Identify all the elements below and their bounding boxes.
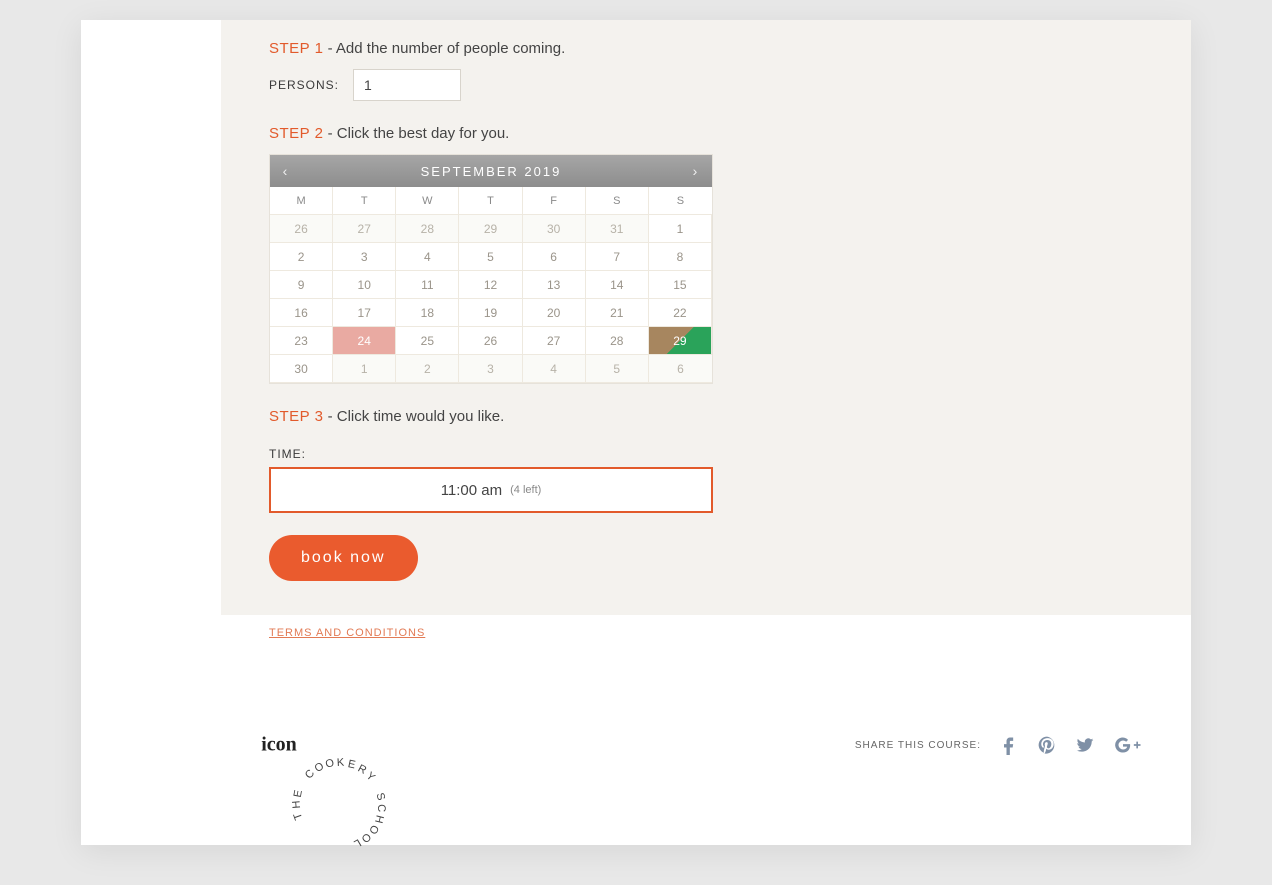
calendar-day[interactable]: 7 xyxy=(586,243,649,271)
calendar-dayname: T xyxy=(333,187,396,215)
calendar-day[interactable]: 29 xyxy=(649,327,712,355)
calendar-day[interactable]: 31 xyxy=(586,215,649,243)
calendar-day[interactable]: 14 xyxy=(586,271,649,299)
twitter-icon[interactable] xyxy=(1075,735,1095,755)
calendar-day[interactable]: 30 xyxy=(523,215,586,243)
calendar-daynames: MTWTFSS xyxy=(270,187,712,215)
calendar-day[interactable]: 6 xyxy=(649,355,712,383)
calendar-day[interactable]: 27 xyxy=(523,327,586,355)
calendar-day[interactable]: 19 xyxy=(459,299,522,327)
calendar: ‹ SEPTEMBER 2019 › MTWTFSS 2627282930311… xyxy=(269,154,713,384)
step-2-line: STEP 2 - Click the best day for you. xyxy=(269,125,1143,142)
book-now-button[interactable]: book now xyxy=(269,535,418,581)
step-1-tag: STEP 1 xyxy=(269,40,323,57)
calendar-dayname: T xyxy=(459,187,522,215)
calendar-day[interactable]: 1 xyxy=(649,215,712,243)
calendar-header: ‹ SEPTEMBER 2019 › xyxy=(270,155,712,187)
calendar-prev-button[interactable]: ‹ xyxy=(274,163,298,179)
calendar-day[interactable]: 27 xyxy=(333,215,396,243)
calendar-day[interactable]: 3 xyxy=(333,243,396,271)
calendar-day[interactable]: 4 xyxy=(396,243,459,271)
calendar-day[interactable]: 20 xyxy=(523,299,586,327)
persons-row: PERSONS: xyxy=(269,69,1143,101)
calendar-day[interactable]: 3 xyxy=(459,355,522,383)
calendar-day[interactable]: 28 xyxy=(586,327,649,355)
calendar-day[interactable]: 25 xyxy=(396,327,459,355)
logo-center-text: icon xyxy=(261,734,297,757)
calendar-day[interactable]: 5 xyxy=(586,355,649,383)
calendar-next-button[interactable]: › xyxy=(684,163,708,179)
time-label: TIME: xyxy=(269,447,1143,461)
google-plus-icon[interactable] xyxy=(1113,735,1143,755)
calendar-title: SEPTEMBER 2019 xyxy=(298,164,684,179)
calendar-dayname: S xyxy=(649,187,712,215)
calendar-day[interactable]: 26 xyxy=(270,215,333,243)
persons-label: PERSONS: xyxy=(269,78,339,92)
calendar-body: 2627282930311234567891011121314151617181… xyxy=(270,215,712,383)
calendar-day[interactable]: 2 xyxy=(270,243,333,271)
calendar-day[interactable]: 28 xyxy=(396,215,459,243)
logo: THE COOKERY SCHOOL icon xyxy=(219,685,339,805)
pinterest-icon[interactable] xyxy=(1037,735,1057,755)
calendar-day[interactable]: 15 xyxy=(649,271,712,299)
step-1-line: STEP 1 - Add the number of people coming… xyxy=(269,40,1143,57)
calendar-day[interactable]: 8 xyxy=(649,243,712,271)
calendar-day[interactable]: 17 xyxy=(333,299,396,327)
calendar-day[interactable]: 5 xyxy=(459,243,522,271)
calendar-dayname: M xyxy=(270,187,333,215)
step-3-tag: STEP 3 xyxy=(269,408,323,425)
calendar-day[interactable]: 23 xyxy=(270,327,333,355)
calendar-day[interactable]: 21 xyxy=(586,299,649,327)
calendar-day[interactable]: 22 xyxy=(649,299,712,327)
step-2-tag: STEP 2 xyxy=(269,125,323,142)
calendar-day[interactable]: 30 xyxy=(270,355,333,383)
booking-panel: STEP 1 - Add the number of people coming… xyxy=(221,20,1191,615)
calendar-day[interactable]: 18 xyxy=(396,299,459,327)
calendar-day[interactable]: 13 xyxy=(523,271,586,299)
step-2-text: - Click the best day for you. xyxy=(323,125,509,142)
calendar-dayname: S xyxy=(586,187,649,215)
calendar-day[interactable]: 6 xyxy=(523,243,586,271)
step-3-text: - Click time would you like. xyxy=(323,408,504,425)
calendar-day[interactable]: 2 xyxy=(396,355,459,383)
time-slot-remaining: (4 left) xyxy=(510,484,541,496)
persons-input[interactable] xyxy=(353,69,461,101)
calendar-dayname: F xyxy=(523,187,586,215)
time-block: TIME: 11:00 am (4 left) xyxy=(269,447,1143,513)
calendar-day[interactable]: 10 xyxy=(333,271,396,299)
calendar-day[interactable]: 4 xyxy=(523,355,586,383)
footer: THE COOKERY SCHOOL icon SHARE THIS COURS… xyxy=(81,649,1191,845)
facebook-icon[interactable] xyxy=(999,735,1019,755)
calendar-day[interactable]: 26 xyxy=(459,327,522,355)
step-1-text: - Add the number of people coming. xyxy=(323,40,565,57)
calendar-day[interactable]: 12 xyxy=(459,271,522,299)
time-slot[interactable]: 11:00 am (4 left) xyxy=(269,467,713,513)
share-label: SHARE THIS COURSE: xyxy=(855,740,981,751)
calendar-day[interactable]: 16 xyxy=(270,299,333,327)
calendar-day[interactable]: 24 xyxy=(333,327,396,355)
terms-link[interactable]: TERMS AND CONDITIONS xyxy=(269,627,1191,639)
calendar-day[interactable]: 11 xyxy=(396,271,459,299)
step-3-line: STEP 3 - Click time would you like. xyxy=(269,408,1143,425)
calendar-day[interactable]: 9 xyxy=(270,271,333,299)
calendar-day[interactable]: 1 xyxy=(333,355,396,383)
calendar-day[interactable]: 29 xyxy=(459,215,522,243)
calendar-dayname: W xyxy=(396,187,459,215)
share-row: SHARE THIS COURSE: xyxy=(855,735,1143,755)
time-slot-time: 11:00 am xyxy=(441,482,502,499)
